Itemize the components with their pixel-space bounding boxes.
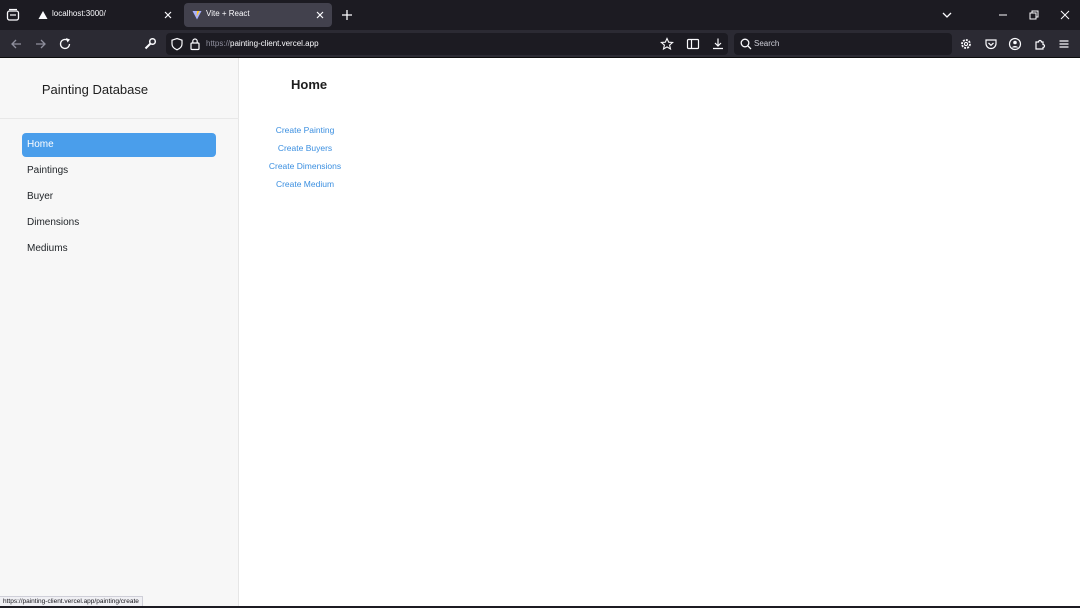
sidebar-item-buyer[interactable]: Buyer	[22, 185, 216, 209]
star-icon[interactable]	[660, 37, 674, 51]
app-viewport: Painting Database Home Paintings Buyer D…	[0, 58, 1080, 608]
browser-toolbar: https://painting-client.vercel.app Searc…	[0, 30, 1080, 58]
sidebar: Painting Database Home Paintings Buyer D…	[0, 58, 239, 608]
url-scheme: https://	[206, 39, 231, 48]
sidebar-item-mediums[interactable]: Mediums	[22, 237, 216, 261]
main-content: Home Create Painting Create Buyers Creat…	[240, 58, 1080, 608]
create-dimensions-link[interactable]: Create Dimensions	[264, 160, 346, 178]
sidebar-item-paintings[interactable]: Paintings	[22, 159, 216, 183]
triangle-favicon-icon	[38, 11, 48, 19]
plus-icon[interactable]	[340, 8, 354, 22]
sidebar-item-home[interactable]: Home	[22, 133, 216, 157]
tab-localhost[interactable]: localhost:3000/	[30, 3, 180, 27]
sidebar-item-dimensions[interactable]: Dimensions	[22, 211, 216, 235]
divider	[0, 118, 239, 119]
url-text: https://painting-client.vercel.app	[206, 39, 319, 48]
search-box[interactable]: Search	[734, 33, 952, 55]
browser-tab-bar: localhost:3000/ Vite + React	[0, 0, 1080, 30]
restore-icon[interactable]	[1027, 8, 1041, 22]
tab-manager-icon[interactable]	[6, 8, 20, 22]
tab-vite-react[interactable]: Vite + React	[184, 3, 332, 27]
minimize-icon[interactable]	[996, 8, 1010, 22]
tab-title: localhost:3000/	[52, 9, 106, 18]
create-painting-link[interactable]: Create Painting	[264, 124, 346, 142]
url-bar[interactable]: https://painting-client.vercel.app	[166, 33, 728, 55]
window-close-icon[interactable]	[1058, 8, 1072, 22]
page-title: Home	[291, 77, 328, 92]
brand-title: Painting Database	[41, 82, 149, 97]
reload-icon[interactable]	[58, 37, 72, 51]
vite-favicon-icon	[192, 11, 202, 20]
search-input[interactable]: Search	[754, 39, 779, 48]
sidebar-nav: Home Paintings Buyer Dimensions Mediums	[22, 133, 216, 263]
lock-icon[interactable]	[188, 37, 202, 51]
tab-title: Vite + React	[206, 9, 250, 18]
url-host: painting-client.vercel.app	[230, 39, 319, 48]
search-icon	[740, 38, 752, 50]
list-all-tabs-chevron-icon[interactable]	[940, 8, 954, 22]
create-buyers-link[interactable]: Create Buyers	[264, 142, 346, 160]
shield-icon[interactable]	[170, 37, 184, 51]
create-links: Create Painting Create Buyers Create Dim…	[264, 124, 346, 196]
wrench-icon[interactable]	[143, 37, 157, 51]
close-icon[interactable]	[162, 9, 174, 21]
account-icon[interactable]	[1008, 37, 1022, 51]
pocket-icon[interactable]	[984, 37, 998, 51]
forward-arrow-icon[interactable]	[34, 37, 48, 51]
close-icon[interactable]	[314, 9, 326, 21]
download-icon[interactable]	[711, 37, 725, 51]
create-medium-link[interactable]: Create Medium	[264, 178, 346, 196]
hamburger-menu-icon[interactable]	[1057, 37, 1071, 51]
back-arrow-icon[interactable]	[9, 37, 23, 51]
gear-icon[interactable]	[959, 37, 973, 51]
extensions-icon[interactable]	[1033, 37, 1047, 51]
sidebar-icon[interactable]	[686, 37, 700, 51]
